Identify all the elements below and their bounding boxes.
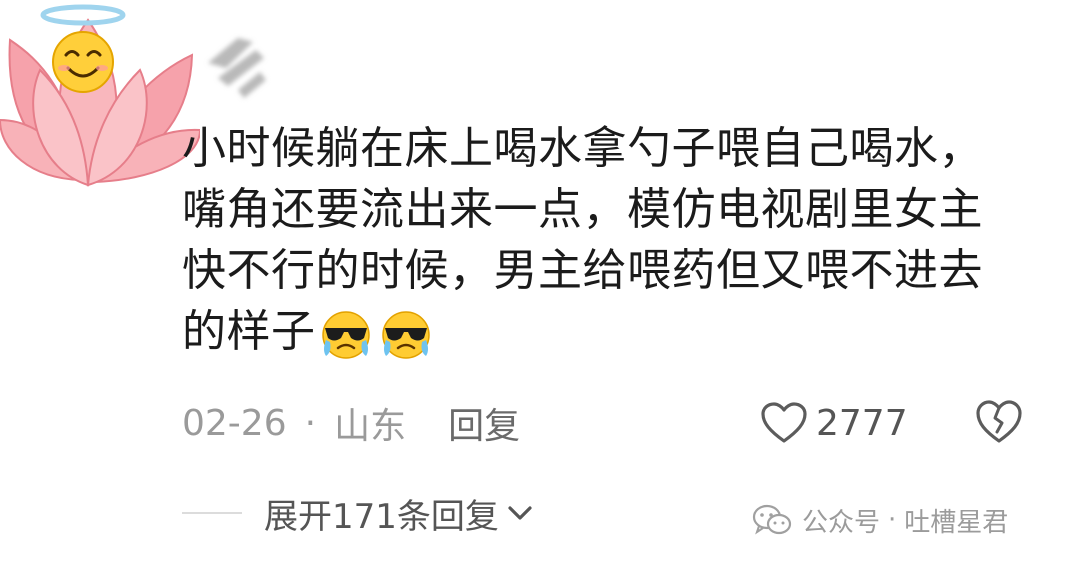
user-avatar[interactable] bbox=[0, 0, 202, 195]
comment-line-3: 快不行的时候，男主给喂药但又喂不进去 bbox=[182, 245, 983, 296]
cool-crying-emoji-icon bbox=[381, 311, 430, 359]
wechat-icon bbox=[752, 504, 792, 535]
cool-crying-emoji-icon bbox=[321, 311, 370, 359]
blurred-username[interactable] bbox=[198, 28, 278, 103]
comment-location: 山东 bbox=[334, 406, 407, 447]
chevron-down-icon bbox=[508, 506, 532, 520]
comment-line-1: 小时候躺在床上喝水拿勺子喂自己喝水， bbox=[182, 123, 983, 174]
broken-heart-icon bbox=[976, 400, 1022, 443]
comment-meta: 02-26 · 山东 回复 bbox=[182, 398, 520, 448]
reply-button[interactable]: 回复 bbox=[448, 397, 520, 449]
meta-separator: · bbox=[304, 402, 317, 444]
watermark: 公众号 · 吐槽星君 bbox=[752, 500, 1008, 540]
watermark-account-name: 吐槽星君 bbox=[904, 507, 1009, 538]
watermark-separator: · bbox=[888, 505, 897, 535]
comment-line-4-text: 的样子 bbox=[182, 306, 316, 357]
watermark-account-type: 公众号 bbox=[802, 507, 881, 538]
lotus-avatar-icon bbox=[0, 4, 202, 187]
dislike-button[interactable] bbox=[974, 398, 1024, 448]
expand-replies-row: 展开171条回复 bbox=[182, 488, 533, 538]
comment-line-4: 的样子 bbox=[182, 301, 1022, 362]
like-button[interactable]: 2777 bbox=[760, 398, 908, 448]
expand-divider bbox=[182, 512, 242, 514]
comment-date: 02-26 bbox=[182, 402, 287, 444]
comment-text: 小时候躺在床上喝水拿勺子喂自己喝水， 嘴角还要流出来一点，模仿电视剧里女主 快不… bbox=[182, 118, 1022, 362]
expand-replies-label: 展开171条回复 bbox=[264, 496, 499, 537]
blurred-username-icon bbox=[208, 38, 266, 98]
like-count: 2777 bbox=[816, 402, 908, 444]
emoji-group bbox=[318, 308, 434, 360]
expand-replies-button[interactable]: 展开171条回复 bbox=[264, 489, 533, 538]
comment-line-2: 嘴角还要流出来一点，模仿电视剧里女主 bbox=[182, 184, 983, 235]
heart-outline-icon bbox=[761, 402, 807, 443]
comment-card: 小时候躺在床上喝水拿勺子喂自己喝水， 嘴角还要流出来一点，模仿电视剧里女主 快不… bbox=[0, 0, 1080, 564]
